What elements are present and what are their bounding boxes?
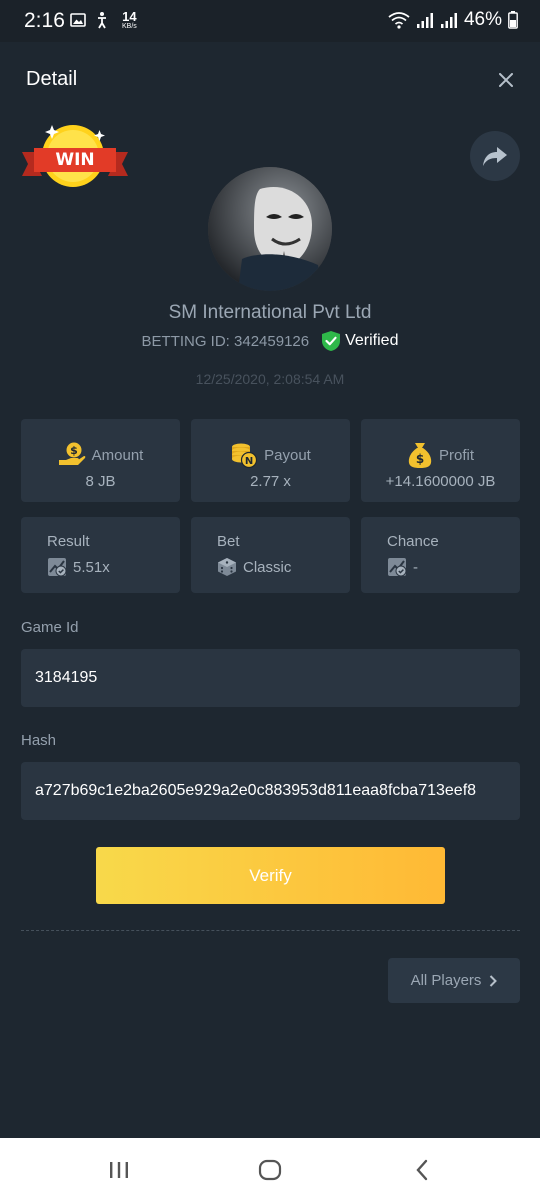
- wifi-icon: [388, 12, 410, 29]
- battery-percent: 46%: [463, 9, 502, 30]
- crash-chart-icon: [48, 558, 67, 577]
- game-id-value: 3184195: [35, 669, 98, 686]
- payout-card: N Payout 2.77 x: [191, 419, 350, 502]
- avatar: [208, 167, 332, 291]
- share-icon: [483, 147, 507, 166]
- money-hand-icon: $: [58, 442, 85, 465]
- coins-stack-icon: N: [232, 443, 258, 469]
- divider: [21, 930, 520, 931]
- recent-apps-button[interactable]: [104, 1156, 134, 1184]
- verify-button[interactable]: Verify: [96, 847, 445, 904]
- status-notifications: 14 KB/s: [70, 10, 137, 30]
- game-id-label: Game Id: [21, 619, 79, 636]
- game-id-field[interactable]: 3184195: [21, 649, 520, 707]
- verified-shield-icon: [322, 331, 341, 351]
- win-badge: WIN: [20, 122, 130, 194]
- chance-value: -: [413, 558, 418, 576]
- chance-label: Chance: [387, 533, 439, 550]
- battery-icon: [508, 11, 518, 29]
- svg-text:$: $: [70, 444, 78, 457]
- betting-id: BETTING ID: 342459126: [141, 332, 310, 350]
- accessibility-icon: [98, 12, 106, 29]
- verified-label: Verified: [345, 332, 399, 349]
- signal-icon-2: [440, 13, 457, 28]
- result-label: Result: [47, 533, 90, 550]
- hash-field[interactable]: a727b69c1e2ba2605e929a2e0c883953d811eaa8…: [21, 762, 520, 820]
- chance-card: Chance -: [361, 517, 520, 593]
- result-value: 5.51x: [73, 558, 110, 576]
- bet-card: Bet Classic: [191, 517, 350, 593]
- avatar-image: [208, 167, 332, 291]
- status-time: 2:16: [24, 9, 65, 32]
- back-icon: [416, 1159, 428, 1181]
- status-system: 46%: [388, 9, 518, 31]
- close-icon: [499, 73, 513, 87]
- bet-label: Bet: [217, 533, 240, 550]
- profit-card: $ Profit +14.1600000 JB: [361, 419, 520, 502]
- hash-value: a727b69c1e2ba2605e929a2e0c883953d811eaa8…: [35, 782, 477, 799]
- hash-label: Hash: [21, 732, 57, 749]
- network-speed-unit: KB/s: [122, 23, 137, 30]
- profit-label: Profit: [438, 446, 474, 464]
- verified-badge: Verified: [321, 330, 398, 352]
- amount-card: $ Amount 8 JB: [21, 419, 180, 502]
- result-card: Result 5.51x: [21, 517, 180, 593]
- company-name: SM International Pvt Ltd: [168, 302, 372, 323]
- page-title: Detail: [26, 68, 78, 90]
- bet-value: Classic: [243, 558, 292, 576]
- svg-text:N: N: [245, 456, 253, 467]
- timestamp: 12/25/2020, 2:08:54 AM: [195, 371, 345, 387]
- betting-row: BETTING ID: 342459126 Verified: [0, 330, 540, 352]
- home-icon: [258, 1159, 282, 1181]
- network-speed-value: 14: [122, 9, 137, 24]
- recent-apps-icon: [110, 1162, 128, 1178]
- all-players-button[interactable]: All Players: [388, 958, 520, 1003]
- system-nav-bar: [0, 1138, 540, 1200]
- money-bag-icon: $: [408, 443, 432, 468]
- network-speed: 14 KB/s: [122, 10, 137, 30]
- home-button[interactable]: [255, 1156, 285, 1184]
- status-bar: 2:16 14 KB/s 46%: [0, 0, 540, 42]
- svg-text:$: $: [416, 452, 424, 466]
- all-players-label: All Players: [410, 972, 482, 989]
- payout-label: Payout: [264, 446, 311, 464]
- back-button[interactable]: [407, 1156, 437, 1184]
- amount-label: Amount: [91, 446, 144, 464]
- signal-icon: [416, 13, 433, 28]
- profit-value: +14.1600000 JB: [385, 473, 496, 490]
- win-badge-text: WIN: [55, 150, 95, 170]
- gallery-icon: [70, 13, 86, 27]
- chevron-right-icon: [490, 974, 498, 987]
- share-button[interactable]: [470, 131, 520, 181]
- crash-chart-icon: [388, 558, 407, 577]
- payout-value: 2.77 x: [250, 473, 291, 490]
- close-button[interactable]: [492, 66, 520, 94]
- dice-icon: [218, 558, 236, 576]
- amount-value: 8 JB: [85, 473, 116, 490]
